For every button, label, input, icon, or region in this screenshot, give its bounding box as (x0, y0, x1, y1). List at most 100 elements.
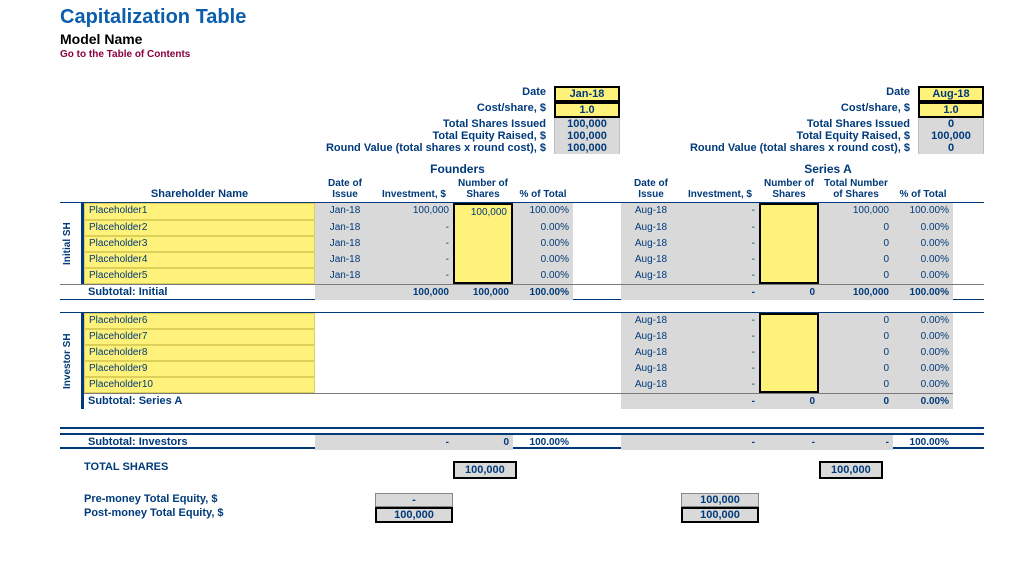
s-pct: 0.00% (893, 345, 953, 361)
equity-label: Total Equity Raised, $ (304, 130, 554, 142)
s-doi: Aug-18 (621, 361, 681, 377)
seriesa-equity: 100,000 (918, 130, 984, 142)
shareholder-name[interactable]: Placeholder10 (84, 377, 315, 393)
f-shares[interactable] (453, 220, 513, 236)
subtotal-initial-label: Subtotal: Initial (84, 285, 315, 300)
founders-date[interactable]: Jan-18 (554, 86, 620, 102)
total-shares-label: TOTAL SHARES (84, 461, 315, 479)
founders-cost[interactable]: 1.0 (554, 102, 620, 118)
date-label: Date (668, 86, 918, 102)
s-doi: Aug-18 (621, 313, 681, 329)
shareholder-name[interactable]: Placeholder5 (84, 268, 315, 284)
s-totshares: 0 (819, 377, 893, 393)
cap-table-page: Capitalization Table Model Name Go to th… (0, 0, 1024, 577)
f-shares[interactable] (453, 252, 513, 268)
s-totshares: 0 (819, 220, 893, 236)
f-doi: Jan-18 (315, 220, 375, 236)
f-pct: 0.00% (513, 220, 573, 236)
subtotal-investors: Subtotal: Investors - 0 100.00% - - - 10… (60, 433, 984, 449)
s-pct: 0.00% (893, 252, 953, 268)
section-titles: Founders Series A (60, 162, 984, 176)
summary-blocks: Date Jan-18 Cost/share, $ 1.0 Total Shar… (60, 86, 984, 154)
s-pct: 0.00% (893, 329, 953, 345)
s-doi: Aug-18 (621, 329, 681, 345)
subtotal-sa-pct: 0.00% (893, 393, 953, 409)
seriesa-shares: 0 (918, 118, 984, 130)
subinv-f-pct: 100.00% (513, 435, 573, 450)
subinv-s-inv: - (681, 435, 759, 450)
subtotal-f-sh: 100,000 (453, 285, 513, 300)
s-inv: - (681, 220, 759, 236)
seriesa-cost[interactable]: 1.0 (918, 102, 984, 118)
toc-link[interactable]: Go to the Table of Contents (60, 49, 984, 60)
shareholder-name[interactable]: Placeholder2 (84, 220, 315, 236)
shareholder-name[interactable]: Placeholder7 (84, 329, 315, 345)
total-shares-f: 100,000 (453, 461, 517, 479)
col-doi: Date of Issue (621, 178, 681, 200)
total-shares-row: TOTAL SHARES 100,000 100,000 (60, 461, 984, 479)
shareholder-name[interactable]: Placeholder4 (84, 252, 315, 268)
date-label: Date (304, 86, 554, 102)
subinv-f-inv: - (375, 435, 453, 450)
subtotal-f-inv: 100,000 (375, 285, 453, 300)
s-shares[interactable] (759, 361, 819, 377)
shareholder-name[interactable]: Placeholder1 (84, 203, 315, 220)
f-inv: - (375, 268, 453, 284)
s-pct: 100.00% (893, 203, 953, 220)
s-pct: 0.00% (893, 220, 953, 236)
subtotal-seriesa-label: Subtotal: Series A (84, 393, 315, 409)
f-inv: - (375, 252, 453, 268)
s-pct: 0.00% (893, 361, 953, 377)
shareholder-name[interactable]: Placeholder8 (84, 345, 315, 361)
initial-sh-label: Initial SH (60, 203, 84, 284)
subtotal-f-pct: 100.00% (513, 285, 573, 300)
s-shares[interactable] (759, 268, 819, 284)
s-totshares: 0 (819, 268, 893, 284)
seriesa-summary: Date Aug-18 Cost/share, $ 1.0 Total Shar… (668, 86, 984, 154)
s-doi: Aug-18 (621, 203, 681, 220)
seriesa-date[interactable]: Aug-18 (918, 86, 984, 102)
s-shares[interactable] (759, 220, 819, 236)
postmoney-f: 100,000 (375, 507, 453, 523)
subtotal-s-sh: 0 (759, 285, 819, 300)
subtotal-sa-sh: 0 (759, 393, 819, 409)
shareholder-name[interactable]: Placeholder3 (84, 236, 315, 252)
s-doi: Aug-18 (621, 236, 681, 252)
s-shares[interactable] (759, 236, 819, 252)
f-shares[interactable]: 100,000 (453, 203, 513, 220)
premoney-s: 100,000 (681, 493, 759, 507)
premoney-f: - (375, 493, 453, 507)
s-totshares: 0 (819, 236, 893, 252)
initial-sh-group: Initial SH Placeholder1Jan-18100,000100,… (60, 203, 984, 284)
s-shares[interactable] (759, 329, 819, 345)
s-shares[interactable] (759, 345, 819, 361)
shareholder-name[interactable]: Placeholder6 (84, 313, 315, 329)
subinv-f-sh: 0 (453, 435, 513, 450)
investor-sh-label: Investor SH (60, 313, 84, 409)
subtotal-s-pct: 100.00% (893, 285, 953, 300)
s-inv: - (681, 252, 759, 268)
s-shares[interactable] (759, 252, 819, 268)
shareholder-name[interactable]: Placeholder9 (84, 361, 315, 377)
model-name: Model Name (60, 31, 984, 47)
col-doi: Date of Issue (315, 178, 375, 200)
col-pct: % of Total (513, 189, 573, 200)
cost-label: Cost/share, $ (304, 102, 554, 118)
f-shares[interactable] (453, 236, 513, 252)
s-shares[interactable] (759, 203, 819, 220)
founders-roundval: 100,000 (554, 142, 620, 154)
s-shares[interactable] (759, 313, 819, 329)
subtotal-s-inv: - (681, 285, 759, 300)
s-shares[interactable] (759, 377, 819, 393)
f-inv: - (375, 236, 453, 252)
f-pct: 0.00% (513, 236, 573, 252)
founders-summary: Date Jan-18 Cost/share, $ 1.0 Total Shar… (304, 86, 620, 154)
premoney-row: Pre-money Total Equity, $ - 100,000 (60, 493, 984, 507)
roundval-label: Round Value (total shares x round cost),… (304, 142, 554, 154)
s-totshares: 0 (819, 329, 893, 345)
postmoney-label: Post-money Total Equity, $ (84, 507, 315, 523)
col-totshares: Total Number of Shares (819, 178, 893, 200)
f-shares[interactable] (453, 268, 513, 284)
s-totshares: 0 (819, 313, 893, 329)
col-pct: % of Total (893, 189, 953, 200)
